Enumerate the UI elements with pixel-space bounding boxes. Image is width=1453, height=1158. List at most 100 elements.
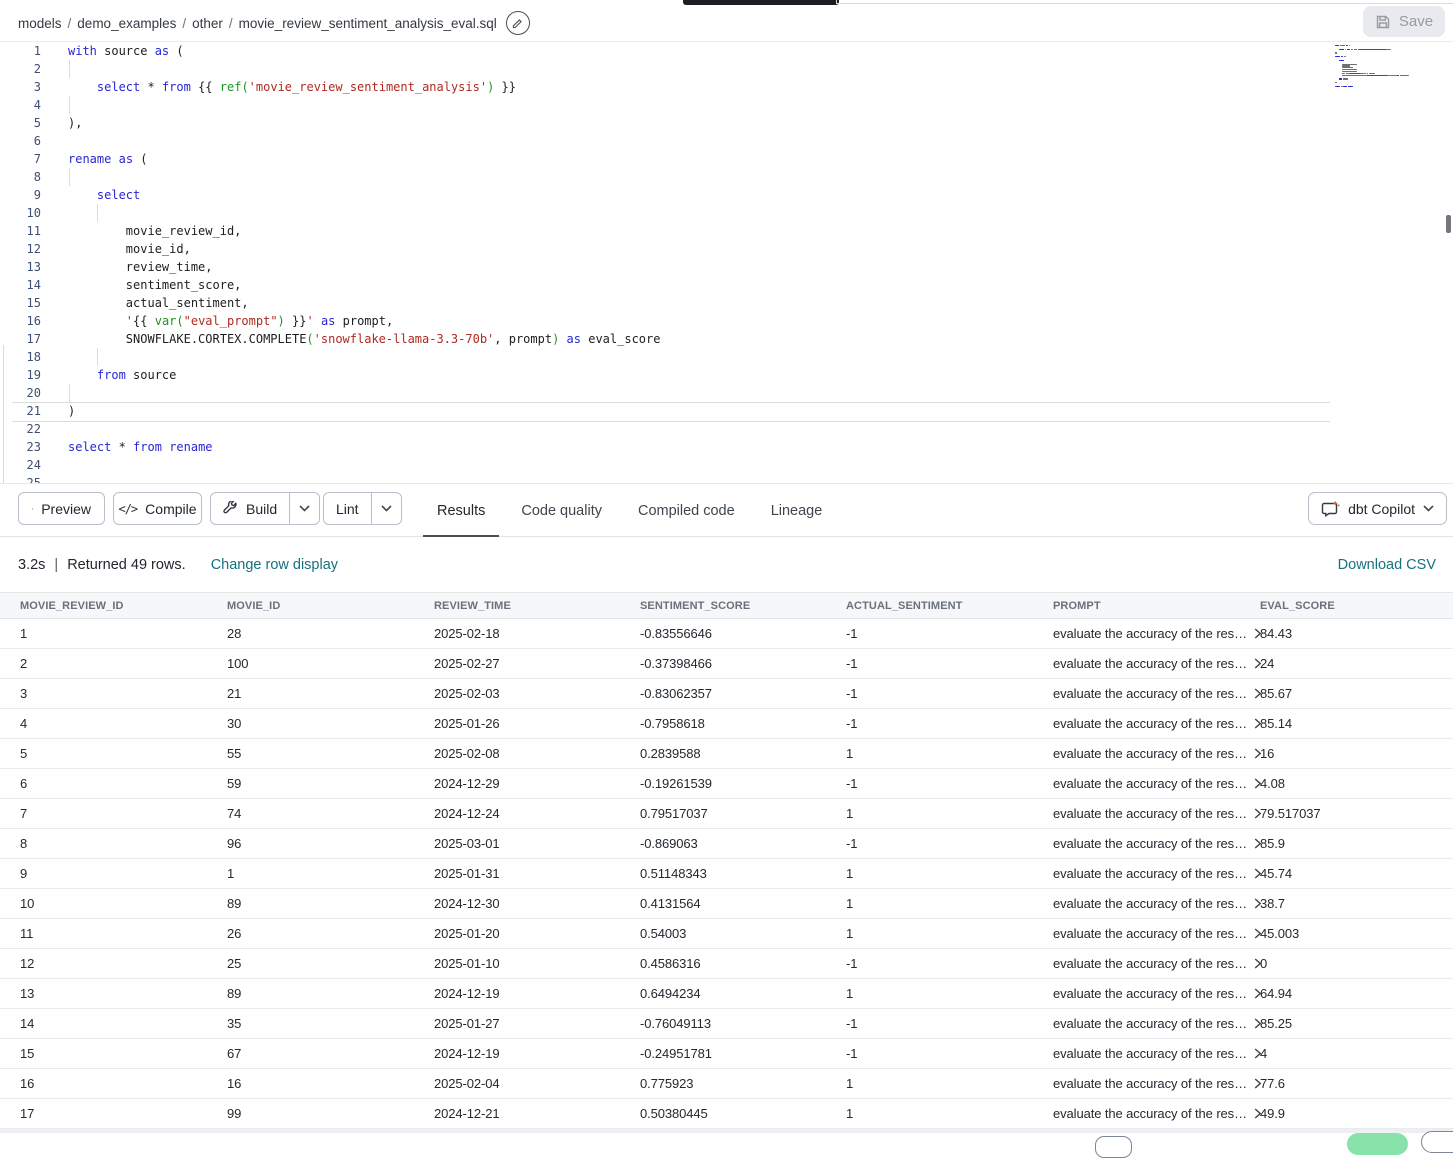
code-token: as (119, 152, 133, 166)
table-row: 4302025-01-26-0.7958618-1evaluate the ac… (0, 709, 1453, 739)
line-number: 1 (0, 42, 41, 60)
column-header-actual_sentiment: ACTUAL_SENTIMENT (826, 593, 1033, 618)
download-csv-link[interactable]: Download CSV (1338, 557, 1436, 573)
cell-prompt: evaluate the accuracy of the res… (1033, 649, 1240, 678)
cell-eval_score: 85.25 (1240, 1009, 1453, 1038)
minimap-line (1339, 60, 1344, 61)
column-header-review_time: REVIEW_TIME (414, 593, 620, 618)
code-token: from (97, 368, 126, 382)
cell-prompt: evaluate the accuracy of the res… (1033, 859, 1240, 888)
compile-button[interactable]: </> Compile (113, 492, 202, 525)
cell-sentiment_score: 0.54003 (620, 919, 826, 948)
lint-button[interactable]: Lint (324, 493, 371, 524)
cell-actual_sentiment: -1 (826, 1039, 1033, 1068)
cell-movie_review_id: 17 (0, 1099, 207, 1128)
line-number: 14 (0, 276, 41, 294)
cell-review_time: 2025-03-01 (414, 829, 620, 858)
code-line[interactable]: select * from rename (68, 438, 213, 456)
bottom-partial-outline-button[interactable] (1421, 1131, 1453, 1153)
code-line[interactable]: actual_sentiment, (68, 294, 249, 312)
line-number: 9 (0, 186, 41, 204)
code-line[interactable]: ), (68, 114, 82, 132)
code-brackets-icon: </> (118, 502, 137, 516)
prompt-preview-text: evaluate the accuracy of the res… (1053, 956, 1247, 971)
code-line[interactable]: with source as ( (68, 42, 184, 60)
line-number: 3 (0, 78, 41, 96)
column-header-sentiment_score: SENTIMENT_SCORE (620, 593, 826, 618)
build-button[interactable]: Build (211, 493, 289, 524)
code-token (68, 314, 126, 328)
cell-prompt: evaluate the accuracy of the res… (1033, 889, 1240, 918)
save-button[interactable]: Save (1363, 6, 1445, 37)
build-dropdown-button[interactable] (289, 493, 319, 524)
edit-file-action-button[interactable] (506, 11, 530, 35)
cell-review_time: 2024-12-29 (414, 769, 620, 798)
line-number: 4 (0, 96, 41, 114)
cell-actual_sentiment: 1 (826, 919, 1033, 948)
code-line[interactable]: ) (68, 402, 75, 420)
lint-label: Lint (336, 501, 359, 517)
cell-sentiment_score: 0.79517037 (620, 799, 826, 828)
code-line[interactable]: review_time, (68, 258, 213, 276)
dbt-copilot-button[interactable]: dbt Copilot (1308, 492, 1447, 525)
cell-prompt: evaluate the accuracy of the res… (1033, 919, 1240, 948)
tab-code-quality[interactable]: Code quality (507, 484, 616, 537)
build-label: Build (246, 501, 277, 517)
code-line[interactable]: sentiment_score, (68, 276, 241, 294)
tab-lineage[interactable]: Lineage (757, 484, 837, 537)
bottom-partial-button[interactable] (1095, 1136, 1132, 1158)
bottom-partial-green-button[interactable] (1347, 1133, 1408, 1155)
change-row-display-link[interactable]: Change row display (211, 557, 338, 573)
cell-movie_id: 74 (207, 799, 414, 828)
table-row: 12252025-01-100.4586316-1evaluate the ac… (0, 949, 1453, 979)
code-line[interactable]: select * from {{ ref('movie_review_senti… (68, 78, 516, 96)
breadcrumb-segment[interactable]: models (18, 16, 62, 31)
tab-results[interactable]: Results (423, 484, 499, 537)
cell-actual_sentiment: -1 (826, 829, 1033, 858)
code-line[interactable]: '{{ var("eval_prompt") }}' as prompt, (68, 312, 393, 330)
build-split-button: Build (210, 492, 320, 525)
cell-review_time: 2024-12-30 (414, 889, 620, 918)
table-row: 11262025-01-200.540031evaluate the accur… (0, 919, 1453, 949)
code-line[interactable]: rename as ( (68, 150, 148, 168)
preview-button[interactable]: Preview (18, 492, 105, 525)
code-token (68, 188, 97, 202)
code-editor[interactable]: 1234567891011121314151617181920212223242… (0, 42, 1453, 483)
code-token: 'snowflake-llama-3.3-70b' (314, 332, 495, 346)
lint-dropdown-button[interactable] (371, 493, 401, 524)
minimap-line (1358, 49, 1388, 50)
compile-label: Compile (145, 501, 196, 517)
cell-movie_id: 100 (207, 649, 414, 678)
minimap-line (1341, 56, 1343, 57)
code-line[interactable]: from source (68, 366, 176, 384)
editor-scrollbar-thumb[interactable] (1446, 215, 1451, 233)
cell-movie_review_id: 12 (0, 949, 207, 978)
code-line[interactable]: movie_review_id, (68, 222, 241, 240)
line-number: 16 (0, 312, 41, 330)
breadcrumb-segment[interactable]: movie_review_sentiment_analysis_eval.sql (239, 16, 497, 31)
minimap-line (1344, 56, 1346, 57)
table-row: 8962025-03-01-0.869063-1evaluate the acc… (0, 829, 1453, 859)
code-line[interactable]: select (68, 186, 140, 204)
copilot-label: dbt Copilot (1348, 501, 1415, 517)
cell-prompt: evaluate the accuracy of the res… (1033, 619, 1240, 648)
editor-minimap[interactable] (1335, 45, 1447, 135)
cell-prompt: evaluate the accuracy of the res… (1033, 679, 1240, 708)
cell-movie_review_id: 14 (0, 1009, 207, 1038)
line-number: 22 (0, 420, 41, 438)
breadcrumb-segment[interactable]: other (192, 16, 223, 31)
code-token (314, 314, 321, 328)
cell-actual_sentiment: 1 (826, 1099, 1033, 1128)
code-token: ( (306, 332, 313, 346)
cell-eval_score: 79.517037 (1240, 799, 1453, 828)
cell-sentiment_score: -0.7958618 (620, 709, 826, 738)
cell-movie_id: 30 (207, 709, 414, 738)
cell-review_time: 2024-12-24 (414, 799, 620, 828)
tab-compiled-code[interactable]: Compiled code (624, 484, 749, 537)
cell-eval_score: 85.9 (1240, 829, 1453, 858)
breadcrumb-segment[interactable]: demo_examples (77, 16, 176, 31)
code-line[interactable]: SNOWFLAKE.CORTEX.COMPLETE('snowflake-lla… (68, 330, 660, 348)
prompt-preview-text: evaluate the accuracy of the res… (1053, 746, 1247, 761)
code-line[interactable]: movie_id, (68, 240, 191, 258)
cell-movie_id: 21 (207, 679, 414, 708)
